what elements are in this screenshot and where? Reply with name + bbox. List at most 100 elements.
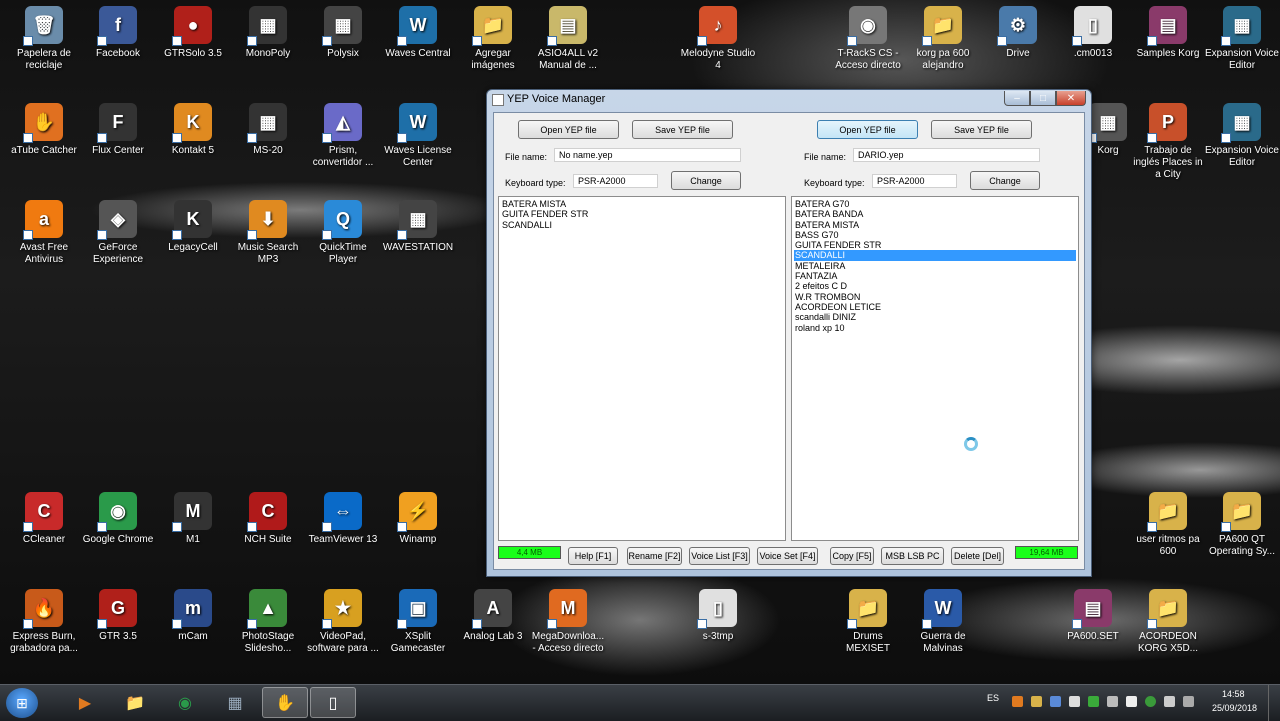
desktop-icon[interactable]: 📁 Agregar imágenes	[455, 4, 531, 72]
desktop-icon[interactable]: W Waves Central	[380, 4, 456, 60]
tray-update-icon[interactable]	[1145, 696, 1156, 707]
voice-list-item[interactable]: FANTAZIA	[794, 271, 1076, 281]
toolbar-button[interactable]: Voice Set [F4]	[757, 547, 818, 565]
voice-list-item[interactable]: scandalli DINIZ	[794, 312, 1076, 322]
desktop-icon[interactable]: ▯ s-3tmp	[680, 587, 756, 643]
desktop-icon[interactable]: ▦ Polysix	[305, 4, 381, 60]
desktop-icon[interactable]: a Avast Free Antivirus	[6, 198, 82, 266]
tray-device-icon[interactable]	[1069, 696, 1080, 707]
desktop-icon[interactable]: ▤ Samples Korg	[1130, 4, 1206, 60]
desktop-icon[interactable]: ⚡ Winamp	[380, 490, 456, 546]
tray-app-icon[interactable]	[1012, 696, 1023, 707]
desktop-icon[interactable]: 📁 ACORDEON KORG X5D...	[1130, 587, 1206, 655]
desktop-icon[interactable]: ▤ ASIO4ALL v2 Manual de ...	[530, 4, 606, 72]
desktop-icon[interactable]: W Guerra de Malvinas	[905, 587, 981, 655]
desktop-icon[interactable]: ▦ Expansion Voice Editor	[1204, 101, 1280, 169]
desktop-icon[interactable]: ✋ aTube Catcher	[6, 101, 82, 157]
left-file-name-field[interactable]: No name.yep	[554, 148, 741, 162]
voice-list-item[interactable]: 2 efeitos C D	[794, 281, 1076, 291]
toolbar-button[interactable]: Delete [Del]	[951, 547, 1004, 565]
voice-list-item[interactable]: SCANDALLI	[501, 220, 783, 230]
desktop-icon[interactable]: 🔥 Express Burn, grabadora pa...	[6, 587, 82, 655]
tray-flag-icon[interactable]	[1164, 696, 1175, 707]
desktop-icon[interactable]: ◈ GeForce Experience	[80, 198, 156, 266]
taskbar-explorer-icon[interactable]: 📁	[112, 687, 158, 718]
show-desktop-button[interactable]	[1268, 685, 1280, 721]
tray-network-icon[interactable]	[1050, 696, 1061, 707]
right-save-yep-button[interactable]: Save YEP file	[931, 120, 1032, 139]
left-save-yep-button[interactable]: Save YEP file	[632, 120, 733, 139]
desktop-icon[interactable]: ▦ WAVESTATION	[380, 198, 456, 254]
tray-nvidia-icon[interactable]	[1088, 696, 1099, 707]
left-voice-list[interactable]: BATERA MISTA GUITA FENDER STR SCANDALLI	[498, 196, 786, 541]
start-button[interactable]: ⊞	[6, 688, 38, 718]
yep-voice-manager-window[interactable]: YEP Voice Manager – □ ✕ Open YEP file Sa…	[486, 89, 1092, 577]
desktop-icon[interactable]: m mCam	[155, 587, 231, 643]
desktop-icon[interactable]: 📁 user ritmos pa 600	[1130, 490, 1206, 558]
desktop-icon[interactable]: M MegaDownloa... - Acceso directo	[530, 587, 606, 655]
left-open-yep-button[interactable]: Open YEP file	[518, 120, 619, 139]
right-change-button[interactable]: Change	[970, 171, 1040, 190]
desktop-icon[interactable]: 📁 PA600 QT Operating Sy...	[1204, 490, 1280, 558]
close-button[interactable]: ✕	[1056, 91, 1086, 106]
desktop-icon[interactable]: ⇔ TeamViewer 13	[305, 490, 381, 546]
tray-display-icon[interactable]	[1107, 696, 1118, 707]
maximize-button[interactable]: □	[1030, 91, 1056, 106]
toolbar-button[interactable]: Copy [F5]	[830, 547, 874, 565]
voice-list-item[interactable]: BASS G70	[794, 230, 1076, 240]
tray-volume-icon[interactable]	[1126, 696, 1137, 707]
voice-list-item[interactable]: BATERA BANDA	[794, 209, 1076, 219]
voice-list-item[interactable]: GUITA FENDER STR	[501, 209, 783, 219]
window-titlebar[interactable]: YEP Voice Manager – □ ✕	[487, 90, 1091, 110]
tray-folder-icon[interactable]	[1031, 696, 1042, 707]
desktop-icon[interactable]: G GTR 3.5	[80, 587, 156, 643]
desktop-icon[interactable]: F Flux Center	[80, 101, 156, 157]
desktop-icon[interactable]: C NCH Suite	[230, 490, 306, 546]
desktop-icon[interactable]: ▦ MS-20	[230, 101, 306, 157]
desktop-icon[interactable]: C CCleaner	[6, 490, 82, 546]
taskbar-chrome-icon[interactable]: ◉	[162, 687, 208, 718]
voice-list-item[interactable]: BATERA MISTA	[794, 220, 1076, 230]
desktop-icon[interactable]: ◉ Google Chrome	[80, 490, 156, 546]
desktop-icon[interactable]: ▦ MonoPoly	[230, 4, 306, 60]
voice-list-item[interactable]: BATERA MISTA	[501, 199, 783, 209]
desktop-icon[interactable]: ⚙ Drive	[980, 4, 1056, 60]
desktop-icon[interactable]: ◉ T-RackS CS - Acceso directo	[830, 4, 906, 72]
taskbar-calculator-icon[interactable]: ▦	[212, 687, 258, 718]
desktop-icon[interactable]: 🗑 Papelera de reciclaje	[6, 4, 82, 72]
desktop-icon[interactable]: f Facebook	[80, 4, 156, 60]
clock-time[interactable]: 14:58	[1222, 689, 1245, 699]
left-change-button[interactable]: Change	[671, 171, 741, 190]
desktop-icon[interactable]: ♪ Melodyne Studio 4	[680, 4, 756, 72]
desktop-icon[interactable]: P Trabajo de inglés Places in a City	[1130, 101, 1206, 181]
desktop-icon[interactable]: ★ VideoPad, software para ...	[305, 587, 381, 655]
desktop-icon[interactable]: K Kontakt 5	[155, 101, 231, 157]
desktop-icon[interactable]: K LegacyCell	[155, 198, 231, 254]
taskbar-media-player-icon[interactable]: ▶	[62, 687, 108, 718]
toolbar-button[interactable]: MSB LSB PC	[881, 547, 944, 565]
minimize-button[interactable]: –	[1004, 91, 1030, 106]
toolbar-button[interactable]: Rename [F2]	[627, 547, 682, 565]
desktop-icon[interactable]: ▣ XSplit Gamecaster	[380, 587, 456, 655]
desktop-icon[interactable]: M M1	[155, 490, 231, 546]
desktop-icon[interactable]: ▤ PA600.SET	[1055, 587, 1131, 643]
desktop-icon[interactable]: ▲ PhotoStage Slidesho...	[230, 587, 306, 655]
desktop-icon[interactable]: ⬇ Music Search MP3	[230, 198, 306, 266]
voice-list-item[interactable]: SCANDALLI	[794, 250, 1076, 261]
voice-list-item[interactable]: roland xp 10	[794, 323, 1076, 333]
right-open-yep-button[interactable]: Open YEP file	[817, 120, 918, 139]
desktop-icon[interactable]: ◭ Prism, convertidor ...	[305, 101, 381, 169]
tray-monitor-icon[interactable]	[1183, 696, 1194, 707]
toolbar-button[interactable]: Voice List [F3]	[689, 547, 750, 565]
desktop-icon[interactable]: ● GTRSolo 3.5	[155, 4, 231, 60]
clock-date[interactable]: 25/09/2018	[1212, 703, 1257, 713]
desktop-icon[interactable]: ▯ .cm0013	[1055, 4, 1131, 60]
left-keyboard-type-field[interactable]: PSR-A2000	[573, 174, 658, 188]
desktop-icon[interactable]: 📁 korg pa 600 alejandro	[905, 4, 981, 72]
voice-list-item[interactable]: W.R TROMBON	[794, 292, 1076, 302]
voice-list-item[interactable]: BATERA G70	[794, 199, 1076, 209]
taskbar-yep-voice-manager-icon[interactable]: ▯	[310, 687, 356, 718]
desktop-icon[interactable]: Q QuickTime Player	[305, 198, 381, 266]
language-indicator[interactable]: ES	[987, 693, 999, 703]
right-voice-list[interactable]: BATERA G70 BATERA BANDA BATERA MISTA BASS G…	[791, 196, 1079, 541]
